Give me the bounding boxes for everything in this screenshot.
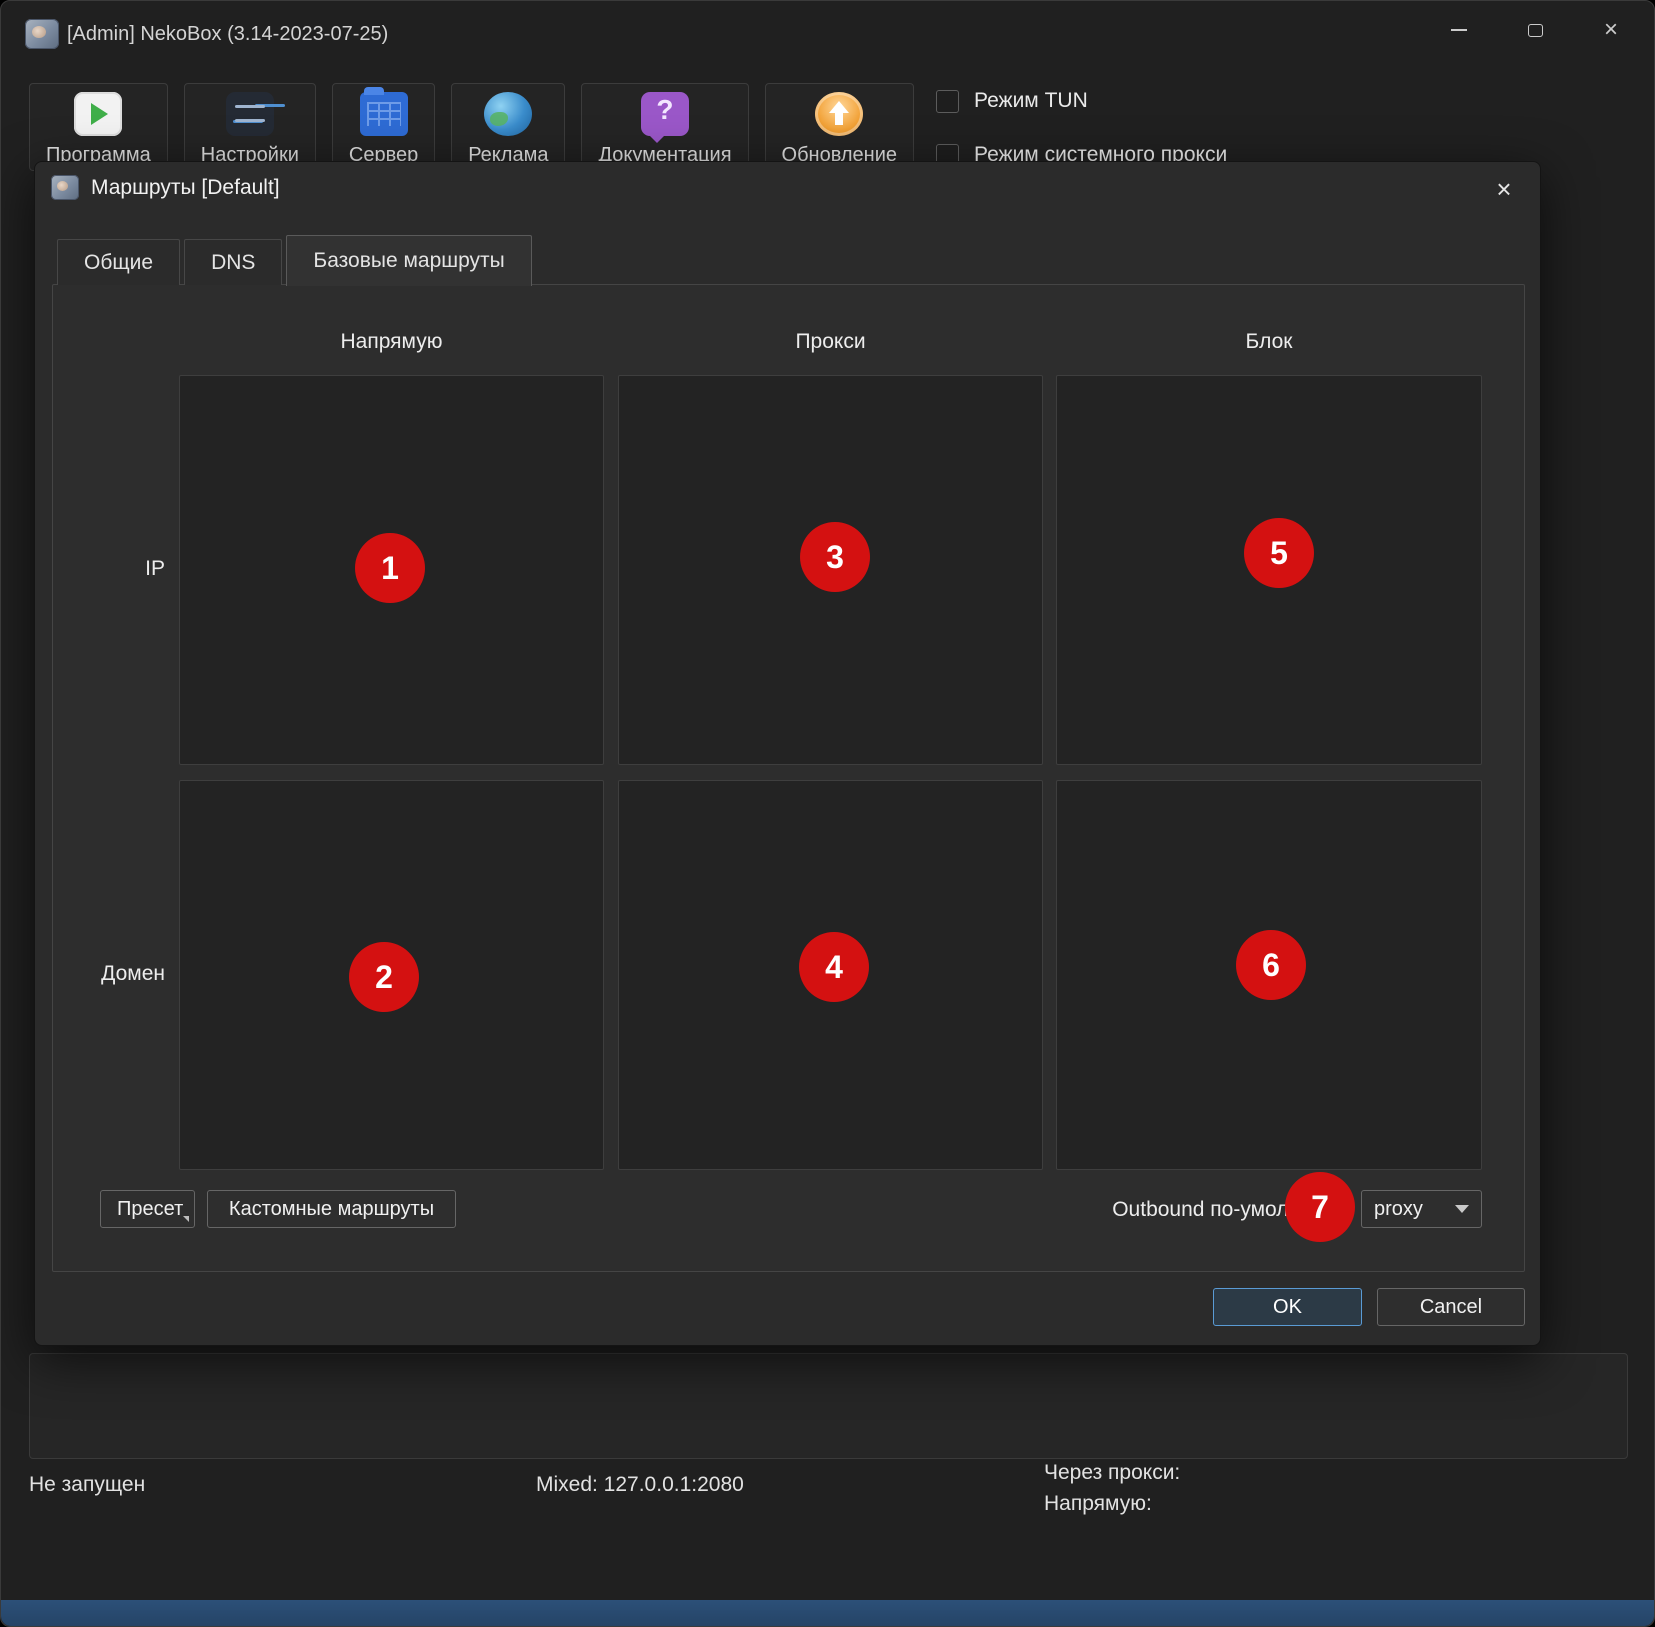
tun-mode-checkbox-box[interactable] (936, 90, 959, 113)
program-icon (74, 92, 122, 136)
custom-routes-button[interactable]: Кастомные маршруты (207, 1190, 456, 1228)
main-titlebar: [Admin] NekoBox (3.14-2023-07-25) × (1, 1, 1654, 71)
cancel-button[interactable]: Cancel (1377, 1288, 1525, 1326)
globe-icon (484, 92, 532, 136)
outbound-select[interactable]: proxy (1361, 1190, 1482, 1228)
toolbar-docs-button[interactable]: Документация (581, 83, 748, 171)
status-state: Не запущен (29, 1473, 145, 1497)
outbound-select-value: proxy (1374, 1198, 1423, 1221)
annotation-marker-1: 1 (355, 533, 425, 603)
dialog-tabs: Общие DNS Базовые маршруты (57, 235, 536, 285)
question-bubble-icon (641, 92, 689, 136)
status-via-proxy: Через прокси: (1044, 1457, 1180, 1488)
maximize-button[interactable] (1510, 7, 1560, 53)
annotation-marker-4: 4 (799, 932, 869, 1002)
toolbar-program-button[interactable]: Программа (29, 83, 168, 171)
row-label-domain: Домен (53, 962, 165, 986)
annotation-marker-5: 5 (1244, 518, 1314, 588)
server-icon (360, 92, 408, 136)
close-button[interactable]: × (1586, 7, 1636, 53)
settings-icon (226, 92, 274, 136)
annotation-marker-6: 6 (1236, 930, 1306, 1000)
ok-button[interactable]: OK (1213, 1288, 1362, 1326)
column-header-proxy: Прокси (618, 330, 1043, 354)
annotation-marker-2: 2 (349, 942, 419, 1012)
bottom-bar (1, 1600, 1654, 1626)
chevron-down-icon (1455, 1205, 1469, 1213)
minimize-button[interactable] (1434, 7, 1484, 53)
nekobox-window: [Admin] NekoBox (3.14-2023-07-25) × Прог… (0, 0, 1655, 1627)
dialog-titlebar: Маршруты [Default] × (35, 162, 1540, 214)
column-header-block: Блок (1056, 330, 1482, 354)
minimize-icon (1451, 29, 1467, 31)
column-header-direct: Напрямую (179, 330, 604, 354)
tab-general[interactable]: Общие (57, 239, 180, 285)
status-direct: Напрямую: (1044, 1488, 1180, 1519)
status-mixed-address: Mixed: 127.0.0.1:2080 (536, 1473, 744, 1497)
close-icon: × (1604, 18, 1618, 42)
main-toolbar: Программа Настройки Сервер Реклама Докум… (29, 83, 914, 171)
dialog-close-button[interactable]: × (1482, 168, 1526, 210)
routes-dialog: Маршруты [Default] × Общие DNS Базовые м… (34, 161, 1541, 1346)
dialog-title: Маршруты [Default] (91, 176, 280, 200)
toolbar-server-button[interactable]: Сервер (332, 83, 435, 171)
toolbar-settings-button[interactable]: Настройки (184, 83, 316, 171)
preset-button[interactable]: Пресет (100, 1190, 195, 1228)
tab-basic-routes[interactable]: Базовые маршруты (286, 235, 531, 286)
window-title: [Admin] NekoBox (3.14-2023-07-25) (67, 23, 388, 46)
routes-frame: Напрямую Прокси Блок IP Домен Пресет Кас… (52, 284, 1525, 1272)
mode-checkboxes: Режим TUN Режим системного прокси (936, 89, 1227, 167)
dialog-app-icon (51, 175, 79, 200)
annotation-marker-7: 7 (1285, 1172, 1355, 1242)
row-label-ip: IP (53, 557, 165, 581)
status-traffic: Через прокси: Напрямую: (1044, 1457, 1180, 1519)
tun-mode-label: Режим TUN (974, 89, 1088, 113)
toolbar-update-button[interactable]: Обновление (765, 83, 914, 171)
window-controls: × (1434, 7, 1636, 53)
outbound-default-label: Outbound по-умолч (1112, 1198, 1299, 1222)
app-icon (25, 19, 59, 49)
update-arrow-icon (815, 92, 863, 136)
tab-dns[interactable]: DNS (184, 239, 282, 285)
maximize-icon (1528, 24, 1543, 37)
annotation-marker-3: 3 (800, 522, 870, 592)
tun-mode-checkbox[interactable]: Режим TUN (936, 89, 1227, 113)
server-list-panel (29, 1353, 1628, 1459)
toolbar-ads-button[interactable]: Реклама (451, 83, 565, 171)
